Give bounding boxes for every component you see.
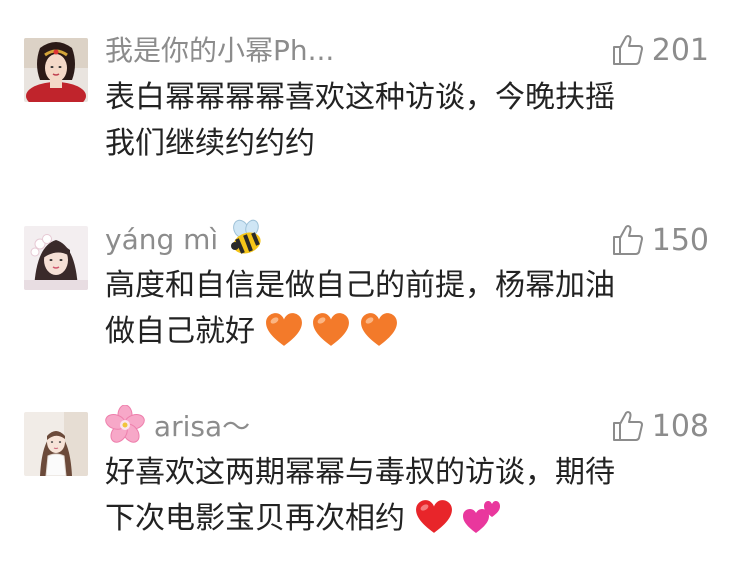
avatar[interactable] [24, 226, 88, 290]
thumbs-up-icon [612, 35, 643, 65]
username-text: arisa～ [153, 410, 251, 443]
username[interactable]: yáng mì [105, 219, 265, 260]
username[interactable]: arisa～ [105, 405, 251, 448]
avatar-image [24, 412, 88, 476]
two-hearts-icon [462, 499, 502, 535]
comment-line: 好喜欢这两期幂幂与毒叔的访谈，期待 [105, 455, 615, 490]
cherry-blossom-icon [105, 405, 145, 445]
like-button[interactable]: 150 [611, 220, 709, 260]
comment-text: 好喜欢这两期幂幂与毒叔的访谈，期待 下次电影宝贝再次相约 [105, 450, 715, 542]
username[interactable]: 我是你的小幂Ph... [105, 33, 334, 69]
orange-heart-icon [360, 312, 398, 348]
comment-line-2: 下次电影宝贝再次相约 [105, 496, 715, 542]
comment-item: arisa～ 108 好喜欢这两期幂幂与毒叔的访谈，期待 下次电影宝贝再次相约 [0, 380, 737, 568]
comment-line-text: 下次电影宝贝再次相约 [105, 501, 405, 536]
like-count: 108 [651, 408, 709, 444]
comment-line: 高度和自信是做自己的前提，杨幂加油 [105, 268, 615, 303]
like-button[interactable]: 201 [611, 30, 709, 70]
comment-line-2: 做自己就好 [105, 309, 715, 355]
avatar[interactable] [24, 412, 88, 476]
comment-text: 高度和自信是做自己的前提，杨幂加油 做自己就好 [105, 263, 715, 355]
comment-item: 我是你的小幂Ph... 201 表白幂幂幂幂喜欢这种访谈，今晚扶摇 我们继续约约… [0, 0, 737, 190]
comment-line-text: 做自己就好 [105, 314, 255, 349]
like-button[interactable]: 108 [611, 406, 709, 446]
avatar-image [24, 226, 88, 290]
username-text: 我是你的小幂Ph... [105, 34, 335, 67]
comment-item: yáng mì 150 高度和自信是做自己的前提，杨幂加油 做自己就好 [0, 190, 737, 380]
like-count: 201 [651, 32, 709, 68]
thumbs-up-icon [612, 225, 643, 255]
comment-line: 表白幂幂幂幂喜欢这种访谈，今晚扶摇 [105, 80, 615, 115]
avatar[interactable] [24, 38, 88, 102]
username-text: yáng mì [105, 223, 219, 256]
red-heart-icon [415, 499, 453, 535]
avatar-image [24, 38, 88, 102]
orange-heart-icon [312, 312, 350, 348]
like-count: 150 [651, 222, 709, 258]
comment-text: 表白幂幂幂幂喜欢这种访谈，今晚扶摇 我们继续约约约 [105, 75, 715, 167]
thumbs-up-icon [612, 411, 643, 441]
comment-line: 我们继续约约约 [105, 126, 315, 161]
bee-icon [227, 219, 265, 257]
orange-heart-icon [265, 312, 303, 348]
